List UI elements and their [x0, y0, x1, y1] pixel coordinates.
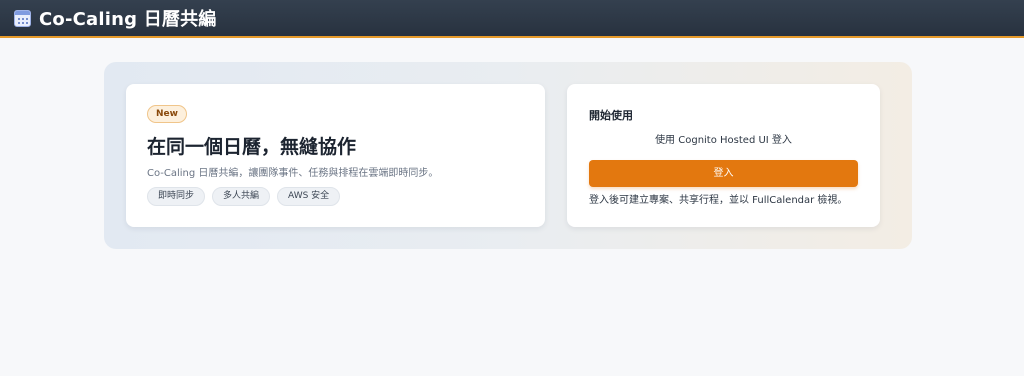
get-started-title: 開始使用 — [589, 109, 633, 122]
app-title[interactable]: Co-Caling 日曆共編 — [39, 5, 217, 31]
tag-multi-user: 多人共編 — [212, 187, 271, 206]
new-badge: New — [147, 105, 187, 123]
hero-heading: 在同一個日曆，無縫協作 — [147, 136, 357, 158]
intro-card: New 在同一個日曆，無縫協作 Co-Caling 日曆共編，讓團隊事件、任務與… — [126, 84, 545, 227]
get-started-card: 開始使用 使用 Cognito Hosted UI 登入 登入 登入後可建立專案… — [567, 84, 880, 227]
login-note: 登入後可建立專案、共享行程，並以 FullCalendar 檢視。 — [589, 195, 848, 206]
hero-description: Co-Caling 日曆共編，讓團隊事件、任務與排程在雲端即時同步。 — [147, 168, 439, 179]
tag-aws-security: AWS 安全 — [277, 187, 341, 206]
login-button[interactable]: 登入 — [589, 160, 858, 187]
tag-realtime-sync: 即時同步 — [147, 187, 206, 206]
feature-tags: 即時同步 多人共編 AWS 安全 — [147, 187, 341, 206]
calendar-icon — [14, 9, 31, 27]
top-navbar: Co-Caling 日曆共編 — [0, 0, 1024, 38]
login-method-text: 使用 Cognito Hosted UI 登入 — [655, 135, 792, 146]
